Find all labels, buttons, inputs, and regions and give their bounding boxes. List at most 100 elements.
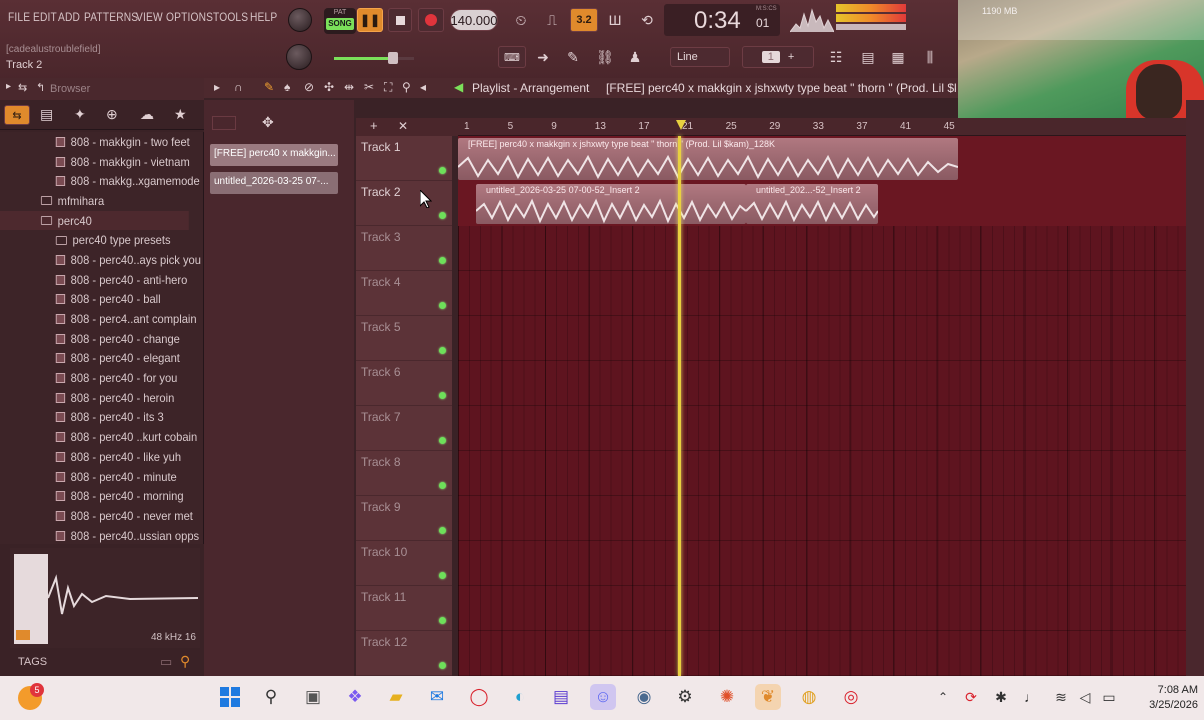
master-slider[interactable] [836, 24, 906, 30]
browser-file[interactable]: 808 - perc4..ant complain [0, 309, 197, 329]
blend-notes-icon[interactable]: Ш [604, 10, 626, 30]
mute-tool-icon[interactable]: ✣ [324, 80, 334, 94]
track-mute-led[interactable] [439, 572, 446, 579]
track-mute-led[interactable] [439, 617, 446, 624]
vertical-scrollbar[interactable] [1186, 100, 1204, 676]
video-editor-icon[interactable]: ▤ [548, 684, 574, 710]
globe-icon[interactable]: ⊕ [106, 106, 118, 123]
zoom-tool-icon[interactable]: ⚲ [402, 80, 411, 94]
browser-file[interactable]: 808 - perc40 - its 3 [0, 408, 189, 428]
track-mute-led[interactable] [439, 662, 446, 669]
slip-tool-icon[interactable]: ⇹ [344, 80, 354, 94]
menu-edit[interactable]: EDIT [33, 10, 57, 24]
mail-icon[interactable]: ✉ [424, 684, 450, 710]
picker-item-audio-2[interactable]: untitled_2026-03-25 07-... [210, 172, 338, 194]
close-icon[interactable]: ✕ [398, 119, 408, 133]
track-mute-led[interactable] [439, 257, 446, 264]
star-icon[interactable]: ★ [174, 106, 187, 123]
sync-icon[interactable]: ⟳ [958, 684, 984, 710]
track-header[interactable]: Track 8 [356, 451, 452, 496]
windows-start-icon[interactable] [217, 684, 243, 710]
browser-file[interactable]: 808 - perc40 - change [0, 329, 189, 349]
menu-add[interactable]: ADD [58, 10, 80, 24]
sample-play-marker[interactable] [16, 630, 30, 640]
menu-file[interactable]: FILE [8, 10, 30, 24]
browser-file[interactable]: 808 - perc40 - elegant [0, 349, 189, 369]
track-header[interactable]: Track 4 [356, 271, 452, 316]
magnet-icon[interactable]: ∩ [234, 80, 243, 94]
browser-folder[interactable]: perc40 [0, 210, 189, 231]
menu-options[interactable]: OPTIONS [166, 10, 213, 24]
timeline-ruler[interactable]: 1 5 9 13 17 21 25 29 33 37 41 45 [458, 118, 1186, 136]
track-mute-led[interactable] [439, 347, 446, 354]
browser-file[interactable]: 808 - perc40 - heroin [0, 388, 189, 408]
pattern-selector[interactable]: 1 + [742, 46, 814, 68]
link-icon[interactable]: ⛓ [594, 47, 616, 67]
track-mute-led[interactable] [439, 482, 446, 489]
browser-file[interactable]: 808 - perc40 - never met [0, 506, 193, 526]
edge-icon[interactable]: ◐ [507, 684, 533, 710]
clip-audio-insert-2b[interactable]: untitled_202...-52_Insert 2 [746, 184, 878, 224]
pause-button[interactable]: ❚❚ [357, 8, 383, 32]
opera-icon[interactable]: ◯ [466, 684, 492, 710]
battery-icon[interactable]: ▭ [1096, 684, 1122, 710]
volume-slider-handle[interactable] [388, 52, 398, 64]
volume-icon[interactable]: ◁ [1072, 684, 1098, 710]
track-header[interactable]: Track 2 [356, 181, 452, 226]
track-header[interactable]: Track 11 [356, 586, 452, 631]
slice-tool-icon[interactable]: ✂ [364, 80, 374, 94]
track-mute-led[interactable] [439, 527, 446, 534]
playlist-icon[interactable]: ☷ [824, 47, 848, 67]
track-mute-led[interactable] [439, 212, 446, 219]
browser-file[interactable]: 808 - perc40 - anti-hero [0, 270, 189, 290]
track-mute-led[interactable] [439, 167, 446, 174]
all-files-tab[interactable]: ⇆ [4, 105, 30, 125]
add-track-icon[interactable]: + [370, 118, 378, 133]
channel-rack-icon[interactable]: ▦ [886, 47, 910, 67]
fl-studio-icon[interactable]: ❦ [755, 684, 781, 710]
arrow-right-icon[interactable]: ➜ [532, 47, 554, 67]
track-header[interactable]: Track 1 [356, 136, 452, 181]
select-tool-icon[interactable]: ⛶ [384, 80, 392, 95]
delete-tool-icon[interactable]: ⊘ [304, 80, 314, 94]
wifi-icon[interactable]: ≋ [1048, 684, 1074, 710]
playlist-menu-arrow-icon[interactable]: ▸ [214, 80, 220, 94]
record-button[interactable] [418, 8, 444, 32]
camera-icon[interactable]: ◉ [631, 684, 657, 710]
draw-tool-icon[interactable]: ✎ [264, 80, 274, 94]
track-header[interactable]: Track 10 [356, 541, 452, 586]
copilot-icon[interactable]: ❖ [342, 684, 368, 710]
settings-gear-icon[interactable]: ⚙ [672, 684, 698, 710]
browser-file[interactable]: 808 - perc40 - like yuh [0, 447, 189, 467]
track-mute-led[interactable] [439, 437, 446, 444]
browser-file[interactable]: 808 - perc40..ussian opps [0, 526, 199, 546]
search-taskbar-icon[interactable]: ⚲ [258, 684, 284, 710]
chrome-icon[interactable]: ◍ [796, 684, 822, 710]
stop-button[interactable] [388, 8, 412, 32]
chevron-up-icon[interactable]: ⌃ [930, 684, 956, 710]
browser-file[interactable]: 808 - perc40..ays pick you [0, 250, 201, 270]
browser-file[interactable]: 808 - perc40 ..kurt cobain [0, 427, 197, 447]
clock-date[interactable]: 3/25/2026 [1124, 699, 1198, 711]
track-mute-led[interactable] [439, 302, 446, 309]
current-project-icon[interactable]: ▤ [40, 106, 53, 123]
microphone-icon[interactable]: ♩ [1018, 684, 1044, 710]
typing-keyboard-icon[interactable]: ⌨ [498, 46, 526, 68]
main-volume-slider[interactable] [334, 57, 414, 60]
bluetooth-icon[interactable]: ✱ [988, 684, 1014, 710]
browser-folder[interactable]: mfmihara [0, 191, 189, 211]
menu-patterns[interactable]: PATTERNS [84, 10, 138, 24]
track-mute-led[interactable] [439, 392, 446, 399]
arrow-icon[interactable]: ▸ [6, 81, 11, 92]
browser-file[interactable]: 808 - perc40 - minute [0, 467, 189, 487]
folder-icon[interactable]: ▭ [160, 654, 172, 670]
opera-gx-icon[interactable]: ◎ [838, 684, 864, 710]
arrangement-grid[interactable]: [FREE] perc40 x makkgin x jshxwty type b… [458, 136, 1186, 676]
mixer-icon[interactable]: ⫼ [918, 47, 942, 67]
browser-file[interactable]: 808 - makkgin - two feet [0, 132, 190, 152]
plugin-database-icon[interactable]: ✦ [74, 106, 86, 123]
snap-select[interactable]: Line [670, 47, 730, 67]
search-icon[interactable]: ⚲ [180, 653, 190, 670]
piano-roll-icon[interactable]: ▤ [856, 47, 880, 67]
pencil-icon[interactable]: ✎ [562, 47, 584, 67]
